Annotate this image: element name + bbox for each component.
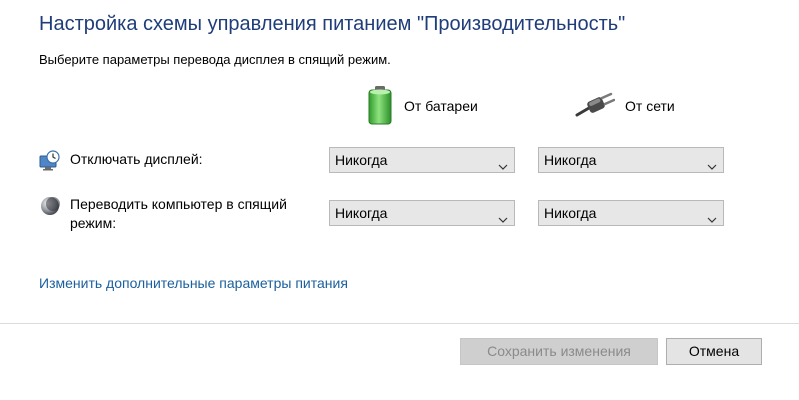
sleep-moon-icon: [39, 195, 61, 217]
power-plan-settings-page: Настройка схемы управления питанием "Про…: [0, 0, 799, 400]
display-off-ac-select[interactable]: Никогда: [538, 147, 724, 173]
row-label-sleep: Переводить компьютер в спящий режим:: [70, 196, 287, 231]
cancel-button[interactable]: Отмена: [666, 338, 762, 365]
chevron-down-icon: [707, 155, 717, 170]
battery-icon: [366, 85, 394, 128]
display-clock-icon: [39, 150, 61, 172]
footer-divider: [0, 323, 799, 324]
power-plug-icon: [575, 91, 616, 122]
row-label-display-off: Отключать дисплей:: [70, 151, 203, 167]
column-header-battery: От батареи: [366, 85, 478, 128]
sleep-battery-select[interactable]: Никогда: [329, 200, 515, 226]
save-changes-button[interactable]: Сохранить изменения: [460, 338, 658, 365]
sleep-ac-select[interactable]: Никогда: [538, 200, 724, 226]
display-off-battery-select[interactable]: Никогда: [329, 147, 515, 173]
page-subtitle: Выберите параметры перевода дисплея в сп…: [39, 52, 391, 67]
sleep-ac-value: Никогда: [544, 205, 597, 221]
advanced-power-settings-link[interactable]: Изменить дополнительные параметры питани…: [39, 275, 348, 291]
row-display-off: Отключать дисплей:: [39, 150, 320, 172]
column-label-ac: От сети: [625, 98, 675, 114]
chevron-down-icon: [498, 155, 508, 170]
column-header-ac: От сети: [575, 86, 675, 126]
sleep-battery-value: Никогда: [335, 205, 388, 221]
chevron-down-icon: [498, 208, 508, 223]
display-off-battery-value: Никогда: [335, 152, 388, 168]
column-label-battery: От батареи: [404, 98, 478, 114]
row-sleep: Переводить компьютер в спящий режим:: [39, 195, 320, 233]
chevron-down-icon: [707, 208, 717, 223]
display-off-ac-value: Никогда: [544, 152, 597, 168]
page-title: Настройка схемы управления питанием "Про…: [39, 13, 626, 35]
